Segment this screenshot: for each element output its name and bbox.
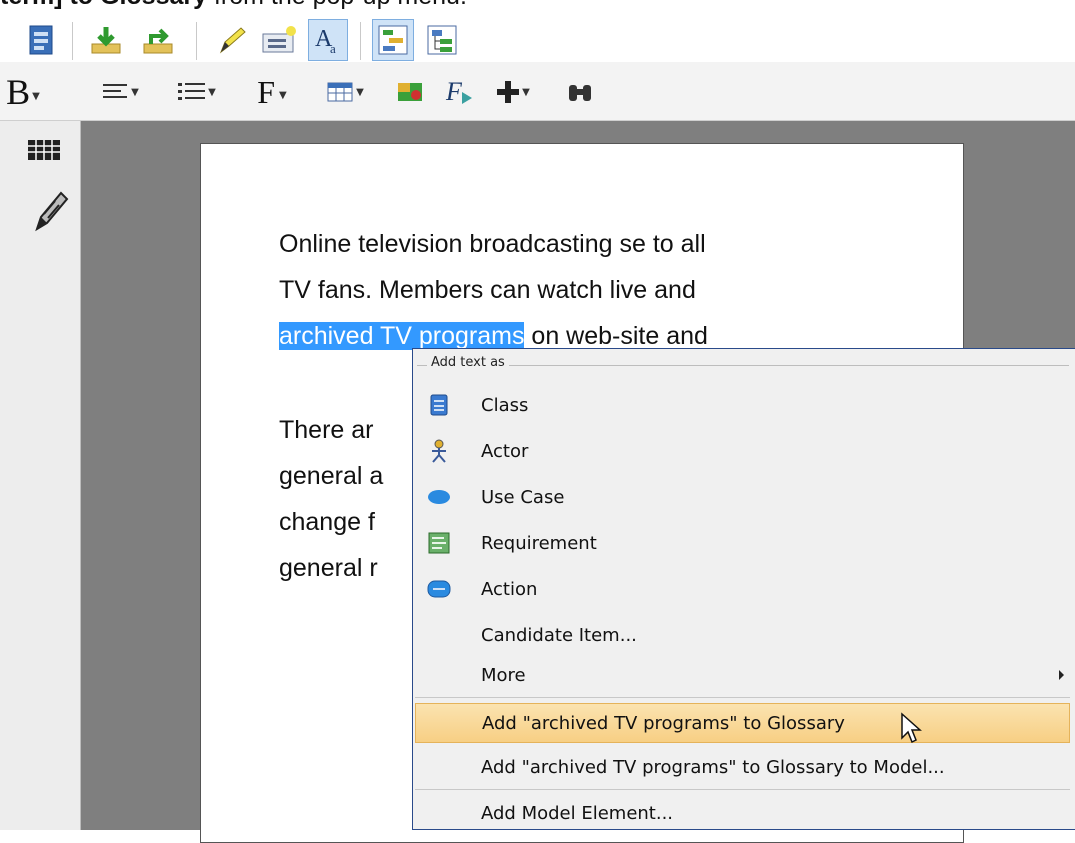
add-note-icon[interactable] xyxy=(258,22,300,58)
paragraph-line[interactable]: general r xyxy=(279,545,378,591)
menu-item-label: Candidate Item... xyxy=(481,624,637,646)
chevron-down-icon[interactable]: ▼ xyxy=(32,91,40,102)
binoculars-icon[interactable] xyxy=(560,74,600,110)
paragraph-line[interactable]: There ar xyxy=(279,407,373,453)
menu-item-label: Add "archived TV programs" to Glossary xyxy=(482,712,845,734)
instruction-middle: to xyxy=(63,0,101,10)
requirement-icon xyxy=(427,531,451,555)
menu-item-label: Use Case xyxy=(481,486,565,508)
pencil-icon[interactable] xyxy=(28,185,72,235)
chevron-down-icon[interactable]: ▼ xyxy=(356,87,364,98)
chevron-down-icon[interactable]: ▼ xyxy=(208,87,216,98)
grid-table-icon[interactable] xyxy=(24,135,64,165)
instruction-suffix: from the pop-up menu. xyxy=(207,0,467,10)
menu-item-actor[interactable]: Actor xyxy=(415,431,1070,471)
menu-item-label: Action xyxy=(481,578,538,600)
chevron-down-icon[interactable]: ▼ xyxy=(522,87,530,98)
svg-text:F: F xyxy=(445,78,463,106)
paragraph-line[interactable]: TV fans. Members can watch live and xyxy=(279,267,696,313)
insert-button[interactable]: ▼ xyxy=(482,74,542,110)
font-button[interactable]: F ▼ xyxy=(244,72,300,112)
table-icon xyxy=(327,82,353,102)
bold-button[interactable]: B ▼ xyxy=(0,72,46,112)
bullet-list-icon xyxy=(178,83,206,100)
menu-header-label: Add text as xyxy=(427,355,509,370)
menu-item-add-to-glossary[interactable]: Add "archived TV programs" to Glossary xyxy=(415,703,1070,743)
menu-separator xyxy=(415,697,1070,698)
paragraph-line[interactable]: general a xyxy=(279,453,383,499)
instruction-target: Glossary xyxy=(100,0,207,10)
menu-item-label: Class xyxy=(481,394,529,416)
submenu-arrow-icon xyxy=(1059,670,1064,680)
import-down-icon[interactable] xyxy=(86,22,126,58)
menu-item-candidate-item[interactable]: Candidate Item... xyxy=(415,615,1070,655)
table-button[interactable]: ▼ xyxy=(316,74,374,110)
align-button[interactable]: ▼ xyxy=(92,74,148,110)
plus-icon xyxy=(497,81,520,103)
font-label: F xyxy=(257,74,276,110)
selected-text[interactable]: archived TV programs xyxy=(279,322,525,350)
action-icon xyxy=(427,577,451,601)
menu-item-label: Requirement xyxy=(481,532,597,554)
menu-group-header: Add text as xyxy=(413,355,1075,375)
text-format-icon[interactable]: Aa xyxy=(308,19,348,61)
toolbar-top: Aa xyxy=(0,16,1075,62)
highlighter-icon[interactable] xyxy=(212,22,252,58)
menu-separator xyxy=(415,789,1070,790)
paragraph-text: on web-site and xyxy=(524,322,708,350)
actor-icon xyxy=(427,439,451,463)
menu-item-label: Actor xyxy=(481,440,529,462)
instruction-text: term] to Glossary from the pop-up menu. xyxy=(0,0,467,12)
document-icon[interactable] xyxy=(24,22,58,58)
formula-icon[interactable]: F xyxy=(440,74,480,110)
svg-text:a: a xyxy=(330,41,336,56)
context-menu: Add text as Class Actor Use Case Require… xyxy=(412,348,1075,830)
toolbar-separator xyxy=(196,22,197,60)
align-left-icon xyxy=(103,84,128,98)
menu-item-label: Add Model Element... xyxy=(481,802,674,824)
image-icon[interactable] xyxy=(390,74,430,110)
diagram-view-icon[interactable] xyxy=(372,19,414,61)
bold-label: B xyxy=(6,72,31,112)
export-up-icon[interactable] xyxy=(138,22,178,58)
menu-item-use-case[interactable]: Use Case xyxy=(415,477,1070,517)
toolbar-separator xyxy=(360,22,361,60)
menu-item-add-model-element[interactable]: Add Model Element... xyxy=(415,793,1070,833)
menu-item-action[interactable]: Action xyxy=(415,569,1070,609)
paragraph-line[interactable]: Online television broadcasting se to all xyxy=(279,221,706,267)
instruction-prefix: term] xyxy=(0,0,63,10)
chevron-down-icon[interactable]: ▼ xyxy=(131,87,139,98)
menu-item-label: Add "archived TV programs" to Glossary t… xyxy=(481,756,945,778)
left-tool-palette xyxy=(0,121,81,830)
menu-item-label: More xyxy=(481,664,526,686)
mouse-pointer-icon xyxy=(900,712,924,750)
menu-item-more[interactable]: More xyxy=(415,655,1070,695)
paragraph-line[interactable]: change f xyxy=(279,499,375,545)
tree-view-icon[interactable] xyxy=(422,22,462,58)
chevron-down-icon[interactable]: ▼ xyxy=(279,90,287,101)
menu-item-class[interactable]: Class xyxy=(415,385,1070,425)
toolbar-separator xyxy=(72,22,73,60)
menu-item-add-to-glossary-to-model[interactable]: Add "archived TV programs" to Glossary t… xyxy=(415,747,1070,787)
list-button[interactable]: ▼ xyxy=(166,74,226,110)
toolbar-format: B ▼ ▼ ▼ F ▼ ▼ F ▼ xyxy=(0,62,1075,121)
use-case-icon xyxy=(427,485,451,509)
class-icon xyxy=(427,393,451,417)
menu-item-requirement[interactable]: Requirement xyxy=(415,523,1070,563)
